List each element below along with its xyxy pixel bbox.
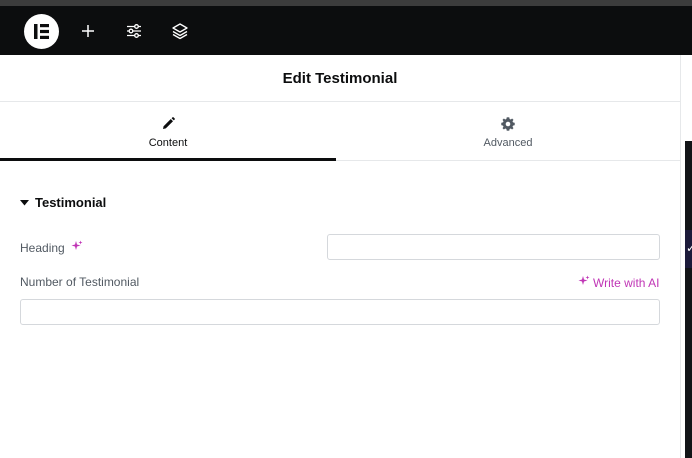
tab-label-advanced: Advanced: [483, 137, 533, 149]
section-toggle-testimonial[interactable]: Testimonial: [20, 193, 106, 211]
site-settings-button[interactable]: [121, 18, 147, 44]
write-with-ai-label: Write with AI: [593, 275, 660, 290]
tab-advanced[interactable]: Advanced: [336, 103, 680, 161]
canvas-preview-edge: ✓: [680, 55, 692, 458]
pencil-icon: [160, 116, 176, 132]
section-title: Testimonial: [35, 194, 107, 210]
tab-content[interactable]: Content: [0, 103, 336, 161]
plus-icon: [82, 25, 94, 37]
add-element-button[interactable]: [75, 18, 101, 44]
number-of-testimonial-input[interactable]: [20, 299, 660, 325]
ai-sparkle-icon: [578, 275, 590, 290]
gear-icon: [500, 116, 516, 132]
number-control-label: Number of Testimonial: [20, 275, 139, 289]
heading-input[interactable]: [327, 234, 660, 260]
caret-down-icon: [20, 193, 29, 211]
heading-label-text: Heading: [20, 240, 65, 255]
sliders-icon: [127, 24, 141, 38]
preview-dark-area: [685, 141, 692, 458]
panel-header: Edit Testimonial: [0, 55, 680, 102]
editor-panel: Edit Testimonial Content Advanced Testim…: [0, 55, 680, 458]
elementor-topbar: [0, 6, 692, 55]
write-with-ai-button[interactable]: Write with AI: [578, 275, 659, 290]
tab-label-content: Content: [148, 137, 188, 149]
ai-sparkle-icon[interactable]: [71, 240, 83, 255]
number-label-text: Number of Testimonial: [20, 275, 140, 289]
structure-button[interactable]: [167, 18, 193, 44]
editor-window: ✓ Edit Testimonial Content Advanced Test…: [0, 0, 692, 458]
heading-control-label: Heading: [20, 240, 83, 255]
check-icon: ✓: [686, 241, 692, 255]
panel-title: Edit Testimonial: [282, 69, 398, 87]
panel-tabs: Content Advanced: [0, 103, 680, 161]
layers-icon: [172, 23, 188, 40]
elementor-logo-icon[interactable]: [24, 14, 59, 49]
